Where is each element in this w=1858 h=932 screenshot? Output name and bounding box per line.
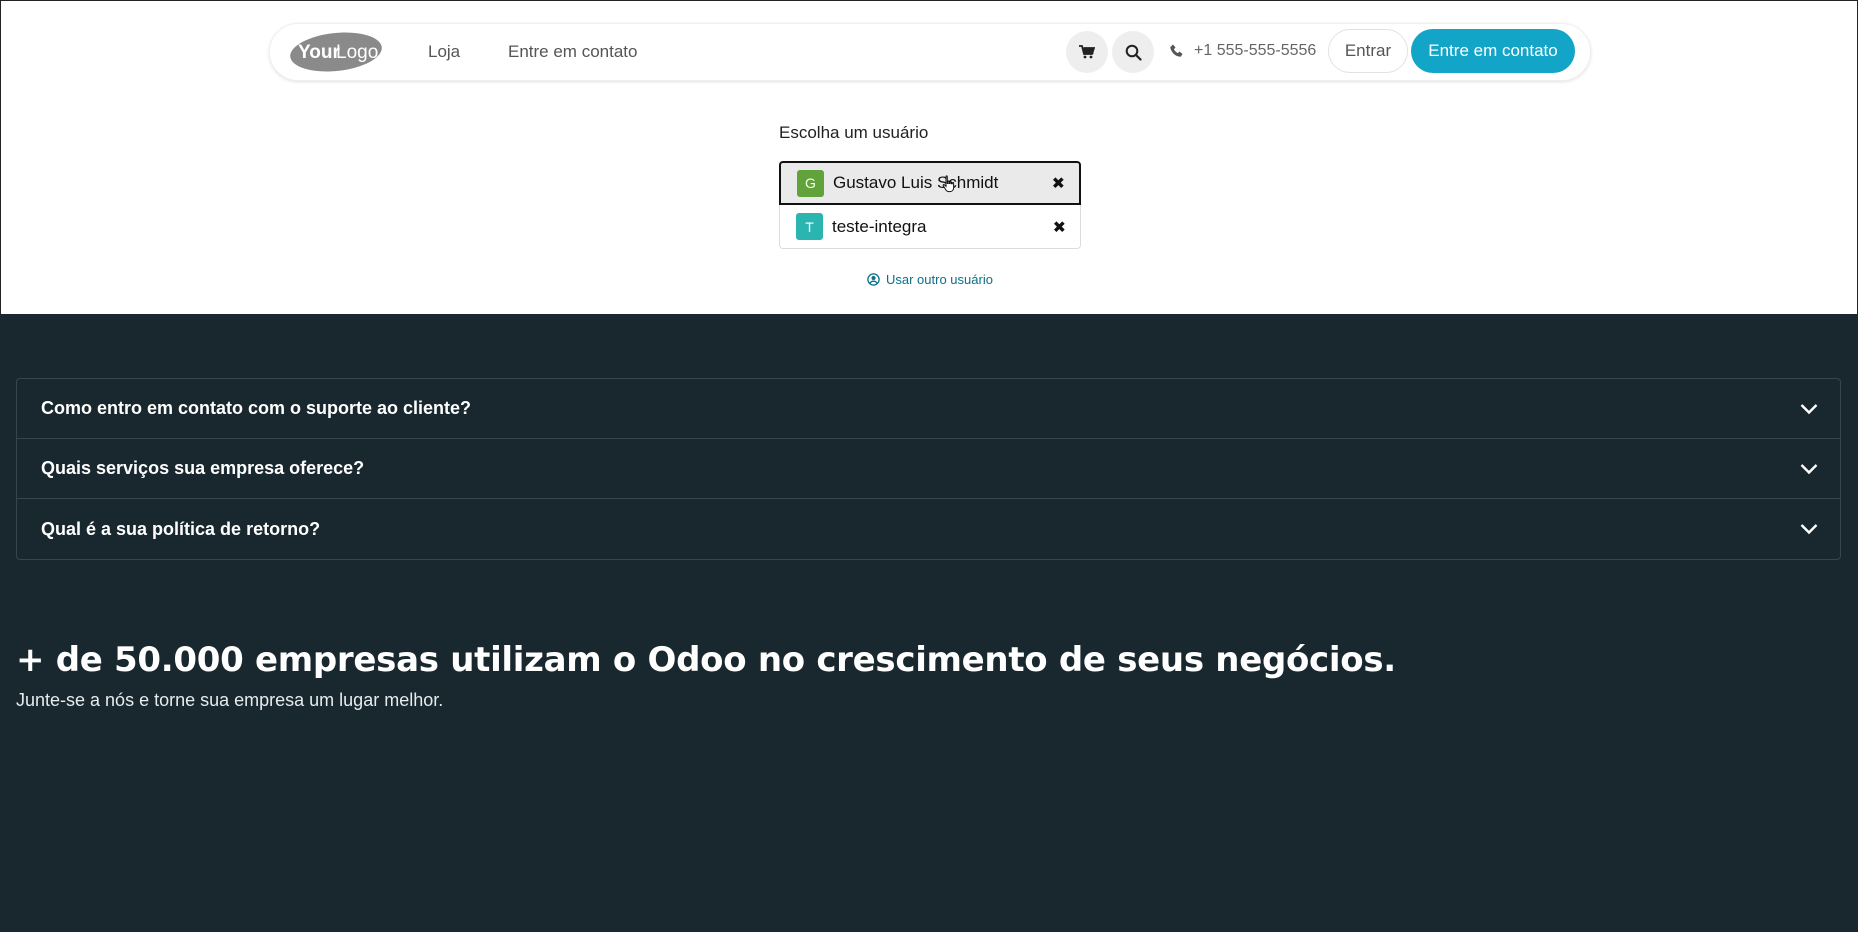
login-button[interactable]: Entrar: [1328, 29, 1408, 73]
cart-button[interactable]: [1066, 31, 1108, 73]
use-other-user-label: Usar outro usuário: [886, 272, 993, 287]
chevron-down-icon: [1800, 403, 1818, 414]
user-name: teste-integra: [832, 216, 927, 236]
nav-link-loja[interactable]: Loja: [428, 41, 460, 63]
search-button[interactable]: [1112, 31, 1154, 73]
dark-section: Como entro em contato com o suporte ao c…: [0, 314, 1858, 932]
faq-item[interactable]: Qual é a sua política de retorno?: [17, 499, 1840, 559]
user-name: Gustavo Luis Schmidt: [833, 173, 999, 192]
user-list: G Gustavo Luis Schmidt ✖ T teste-integra…: [779, 161, 1081, 249]
chevron-down-icon: [1800, 463, 1818, 474]
faq-accordion: Como entro em contato com o suporte ao c…: [16, 378, 1841, 560]
remove-user-icon[interactable]: ✖: [1053, 217, 1066, 236]
avatar: G: [797, 169, 824, 197]
search-icon: [1125, 44, 1142, 61]
site-logo[interactable]: Your Logo: [288, 30, 384, 74]
site-header: Your Logo Loja Entre em contato +1 555-5…: [269, 23, 1591, 81]
contact-cta-button[interactable]: Entre em contato: [1411, 29, 1575, 73]
user-circle-icon: [867, 273, 880, 286]
user-row[interactable]: G Gustavo Luis Schmidt ✖: [779, 161, 1081, 205]
faq-item[interactable]: Quais serviços sua empresa oferece?: [17, 439, 1840, 499]
cart-icon: [1079, 45, 1095, 59]
avatar: T: [796, 213, 823, 240]
remove-user-icon[interactable]: ✖: [1052, 174, 1065, 193]
faq-item[interactable]: Como entro em contato com o suporte ao c…: [17, 379, 1840, 439]
user-row[interactable]: T teste-integra ✖: [779, 205, 1081, 249]
cta-subline: Junte-se a nós e torne sua empresa um lu…: [16, 690, 444, 710]
cta-headline: + de 50.000 empresas utilizam o Odoo no …: [16, 640, 1396, 680]
faq-question: Como entro em contato com o suporte ao c…: [41, 398, 472, 418]
chevron-down-icon: [1800, 524, 1818, 535]
phone-number: +1 555-555-5556: [1194, 42, 1317, 59]
phone-contact[interactable]: +1 555-555-5556: [1170, 42, 1316, 60]
nav-link-contato[interactable]: Entre em contato: [508, 41, 637, 63]
faq-question: Qual é a sua política de retorno?: [41, 518, 321, 539]
chooser-label: Escolha um usuário: [779, 123, 929, 142]
faq-question: Quais serviços sua empresa oferece?: [41, 458, 365, 478]
mouse-pointer-icon: [942, 175, 955, 193]
logo-text-light: Logo: [336, 42, 378, 63]
use-other-user-link[interactable]: Usar outro usuário: [867, 272, 993, 287]
phone-icon: [1170, 44, 1183, 57]
page-top: Your Logo Loja Entre em contato +1 555-5…: [0, 0, 1858, 314]
logo-text-bold: Your: [298, 42, 340, 63]
